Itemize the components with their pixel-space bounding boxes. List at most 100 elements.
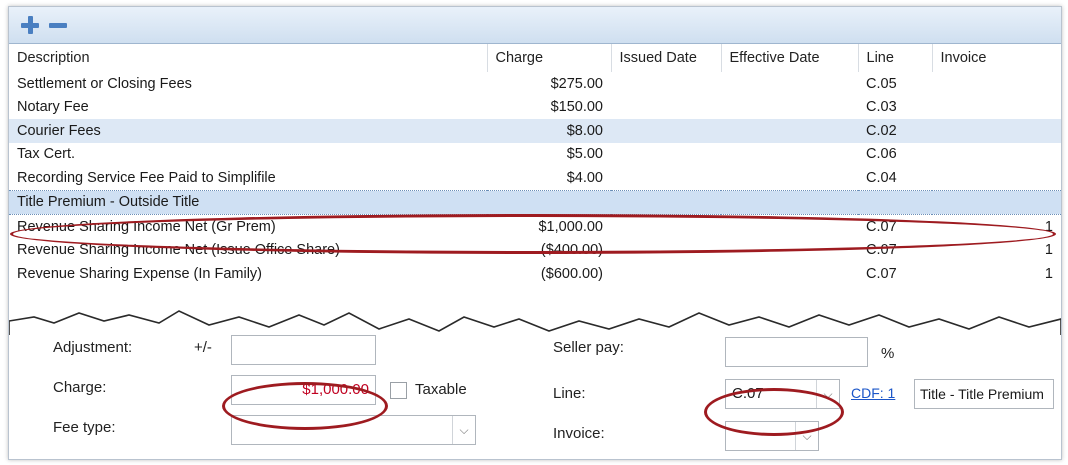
cell-issued-date <box>611 262 721 286</box>
cell-description: Title Premium - Outside Title <box>9 189 487 215</box>
cell-description: Notary Fee <box>17 99 89 116</box>
table-row[interactable]: Settlement or Closing Fees $275.00 C.05 <box>9 72 1061 96</box>
cell-effective-date <box>721 189 858 215</box>
table-row[interactable]: Revenue Sharing Income Net (Gr Prem) $1,0… <box>9 215 1061 239</box>
seller-pay-input[interactable] <box>725 337 868 367</box>
column-header-line[interactable]: Line <box>858 44 933 72</box>
cell-charge: ($400.00) <box>540 242 603 259</box>
cell-effective-date <box>721 215 858 239</box>
cell-description: Revenue Sharing Expense (In Family) <box>17 265 263 282</box>
cell-effective-date <box>721 239 858 263</box>
cell-invoice <box>932 143 1061 167</box>
cell-line <box>858 189 932 215</box>
cell-line: C.07 <box>866 265 897 282</box>
fees-panel: Description Charge Issued Date Effective… <box>8 6 1062 460</box>
cell-description: Courier Fees <box>9 119 487 143</box>
cell-issued-date <box>611 239 721 263</box>
fee-type-select[interactable]: ⌵ <box>231 415 476 445</box>
cell-description: Recording Service Fee Paid to Simplifile <box>17 169 276 186</box>
grid-header-row: Description Charge Issued Date Effective… <box>9 44 1061 72</box>
cell-charge: $1,000.00 <box>538 218 603 235</box>
percent-label: % <box>881 345 895 362</box>
cell-issued-date <box>611 72 721 96</box>
table-row[interactable]: Revenue Sharing Income Net (Issue Office… <box>9 239 1061 263</box>
cell-description: Revenue Sharing Income Net (Gr Prem) <box>17 218 276 235</box>
cell-effective-date <box>721 262 858 286</box>
cell-charge: $150.00 <box>550 99 603 116</box>
column-header-issued-date[interactable]: Issued Date <box>611 44 722 72</box>
invoice-select[interactable]: ⌵ <box>725 421 819 451</box>
cell-charge: ($600.00) <box>540 265 603 282</box>
cell-line: C.07 <box>866 218 897 235</box>
table-row[interactable]: Tax Cert. $5.00 C.06 <box>9 143 1061 167</box>
cell-line: C.02 <box>858 119 932 143</box>
plus-icon <box>21 16 39 34</box>
chevron-down-icon[interactable]: ⌵ <box>452 416 475 444</box>
cell-issued-date <box>611 189 721 215</box>
line-select[interactable]: C.07 ⌵ <box>725 379 840 409</box>
taxable-checkbox[interactable] <box>390 382 407 399</box>
cell-line: C.03 <box>866 99 897 116</box>
remove-row-button[interactable] <box>47 14 69 36</box>
line-value: C.07 <box>732 385 764 402</box>
cell-charge: $4.00 <box>566 169 603 186</box>
column-header-description[interactable]: Description <box>9 44 488 72</box>
cell-description: Tax Cert. <box>17 146 76 163</box>
cell-effective-date <box>721 96 858 120</box>
charge-label: Charge: <box>53 379 107 396</box>
cell-line: C.06 <box>866 146 897 163</box>
cell-effective-date <box>721 72 858 96</box>
chevron-down-icon[interactable]: ⌵ <box>795 422 818 450</box>
fee-type-label: Fee type: <box>53 419 116 436</box>
table-row[interactable]: Notary Fee $150.00 C.03 <box>9 96 1061 120</box>
table-row[interactable]: Revenue Sharing Expense (In Family) ($600… <box>9 262 1061 286</box>
cell-charge <box>487 189 611 215</box>
cell-effective-date <box>721 119 858 143</box>
cell-effective-date <box>721 143 858 167</box>
cell-issued-date <box>611 166 721 190</box>
cdf-description-field[interactable]: Title - Title Premium <box>914 379 1054 409</box>
cell-issued-date <box>611 96 721 120</box>
cell-invoice <box>932 166 1061 190</box>
chevron-down-icon[interactable]: ⌵ <box>816 380 839 408</box>
column-header-charge[interactable]: Charge <box>487 44 612 72</box>
table-row[interactable]: Title Premium - Outside Title <box>9 189 1061 215</box>
cell-invoice: 1 <box>1044 218 1053 235</box>
adjustment-input[interactable] <box>231 335 376 365</box>
column-header-effective-date[interactable]: Effective Date <box>721 44 859 72</box>
seller-pay-label: Seller pay: <box>553 339 624 356</box>
cell-invoice: 1 <box>1044 242 1053 259</box>
invoice-label: Invoice: <box>553 425 605 442</box>
line-label: Line: <box>553 385 586 402</box>
cell-issued-date <box>611 143 721 167</box>
cell-invoice <box>932 72 1061 96</box>
cell-description: Revenue Sharing Income Net (Issue Office… <box>17 242 340 259</box>
cell-line: C.05 <box>866 75 897 92</box>
cell-charge: $5.00 <box>566 146 603 163</box>
column-header-invoice[interactable]: Invoice <box>932 44 1061 72</box>
fee-detail-form: Adjustment: +/- Charge: $1,000.00 Taxabl… <box>9 335 1061 459</box>
cell-charge: $8.00 <box>487 119 611 143</box>
minus-icon <box>49 22 67 28</box>
cell-invoice <box>932 96 1061 120</box>
cell-effective-date <box>721 166 858 190</box>
cell-line: C.04 <box>866 169 897 186</box>
charge-input[interactable]: $1,000.00 <box>231 375 376 405</box>
cdf-link[interactable]: CDF: 1 <box>851 385 895 401</box>
cell-issued-date <box>611 215 721 239</box>
plus-minus-label: +/- <box>194 339 212 356</box>
cell-charge: $275.00 <box>550 75 603 92</box>
cell-invoice: 1 <box>1044 265 1053 282</box>
cell-description: Settlement or Closing Fees <box>17 75 192 92</box>
grid-toolbar <box>9 7 1061 44</box>
taxable-label: Taxable <box>415 381 467 398</box>
cell-line: C.07 <box>866 242 897 259</box>
cell-issued-date <box>611 119 721 143</box>
table-row[interactable]: Recording Service Fee Paid to Simplifile… <box>9 166 1061 190</box>
fees-grid: Description Charge Issued Date Effective… <box>9 44 1061 286</box>
adjustment-label: Adjustment: <box>53 339 133 356</box>
cell-invoice <box>932 189 1061 215</box>
add-row-button[interactable] <box>19 14 41 36</box>
table-row[interactable]: Courier Fees $8.00 C.02 <box>9 119 1061 143</box>
cell-invoice <box>932 119 1061 143</box>
